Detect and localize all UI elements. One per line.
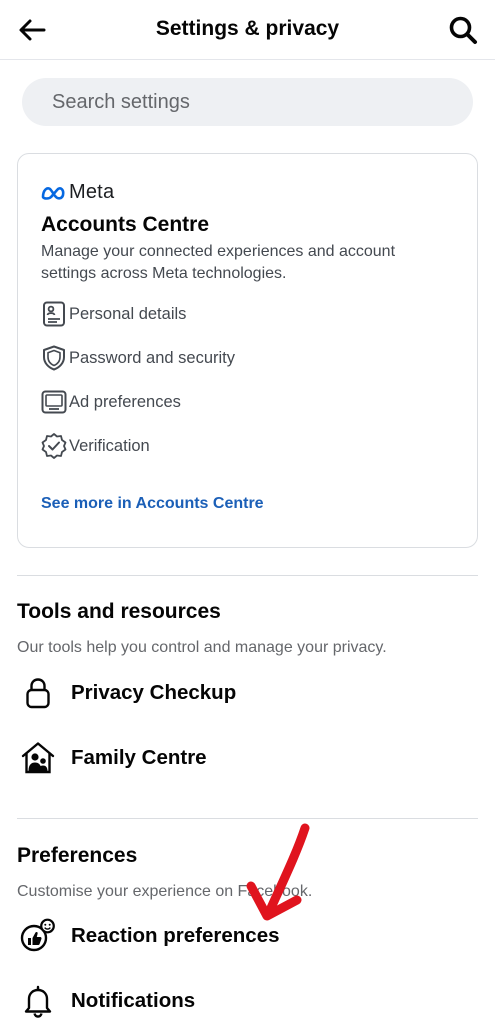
accounts-item-password-security[interactable]: Password and security — [39, 343, 235, 373]
search-input[interactable]: Search settings — [22, 78, 473, 126]
family-house-icon — [17, 737, 59, 779]
family-centre-item[interactable]: Family Centre — [17, 733, 478, 783]
accounts-item-label: Password and security — [69, 348, 235, 367]
search-icon — [449, 16, 477, 44]
annotation-arrow-icon — [246, 823, 310, 921]
accounts-centre-title: Accounts Centre — [41, 213, 210, 236]
page-title: Settings & privacy — [155, 17, 340, 40]
reaction-preferences-item[interactable]: Reaction preferences — [17, 911, 478, 961]
notifications-item[interactable]: Notifications — [17, 976, 478, 1024]
search-placeholder: Search settings — [52, 90, 190, 113]
notifications-label: Notifications — [71, 989, 196, 1012]
shield-icon — [39, 343, 69, 373]
accounts-item-label: Verification — [69, 436, 150, 455]
reaction-preferences-label: Reaction preferences — [71, 924, 280, 947]
id-card-icon — [39, 299, 69, 329]
verified-badge-icon — [39, 431, 69, 461]
bell-icon — [17, 980, 59, 1022]
lock-icon — [17, 672, 59, 714]
see-more-accounts-centre-link[interactable]: See more in Accounts Centre — [41, 495, 264, 513]
tools-section-description: Our tools help you control and manage yo… — [17, 639, 387, 656]
accounts-item-label: Personal details — [69, 304, 187, 323]
accounts-item-ad-preferences[interactable]: Ad preferences — [39, 387, 181, 417]
family-centre-label: Family Centre — [71, 746, 207, 769]
reaction-icon — [17, 915, 59, 957]
preferences-section-description: Customise your experience on Facebook. — [17, 883, 313, 900]
privacy-checkup-item[interactable]: Privacy Checkup — [17, 668, 478, 718]
accounts-item-label: Ad preferences — [69, 392, 181, 411]
monitor-icon — [39, 387, 69, 417]
accounts-centre-description: Manage your connected experiences and ac… — [41, 243, 396, 282]
search-button[interactable] — [443, 10, 483, 50]
top-bar: Settings & privacy — [0, 0, 495, 60]
accounts-item-verification[interactable]: Verification — [39, 431, 150, 461]
section-divider — [17, 818, 478, 819]
accounts-item-personal-details[interactable]: Personal details — [39, 299, 186, 329]
preferences-section-title: Preferences — [17, 844, 138, 867]
section-divider — [17, 575, 478, 576]
accounts-centre-card: Meta Accounts Centre Manage your connect… — [17, 153, 478, 548]
meta-logo: Meta — [40, 181, 114, 204]
meta-infinity-icon — [41, 186, 65, 200]
privacy-checkup-label: Privacy Checkup — [71, 681, 237, 704]
meta-brand-text: Meta — [69, 181, 115, 203]
tools-section-title: Tools and resources — [17, 600, 221, 623]
